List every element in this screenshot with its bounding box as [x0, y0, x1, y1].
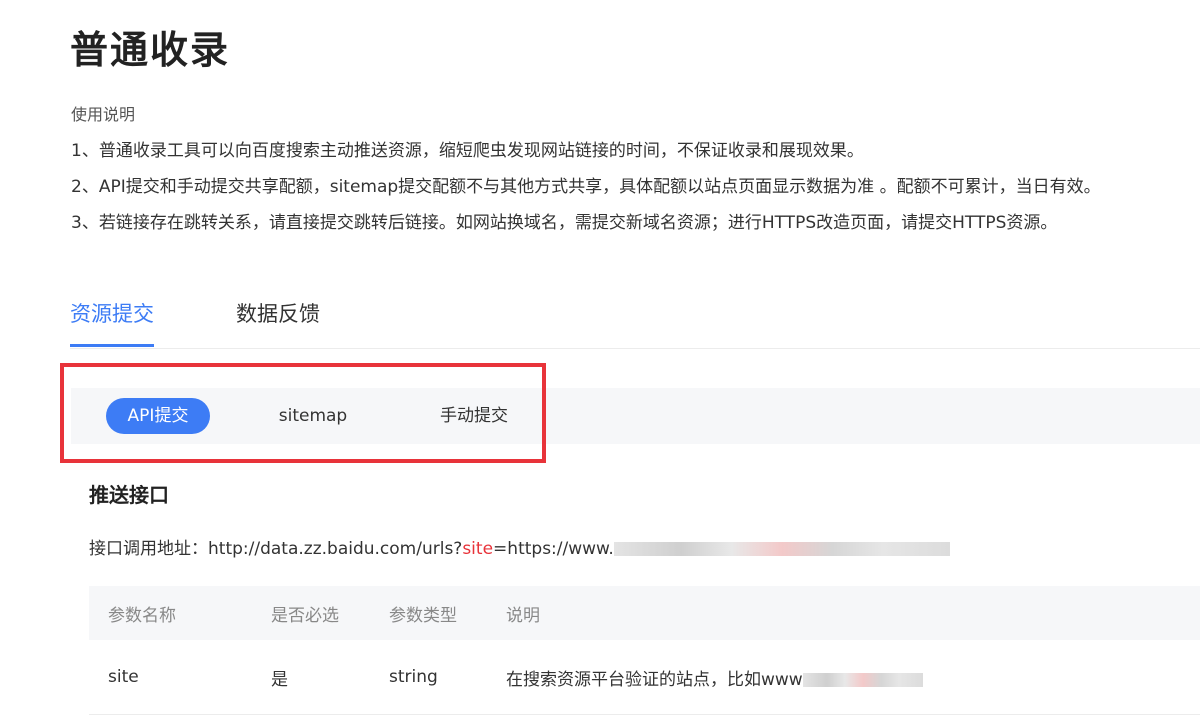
- submit-method-bar: API提交 sitemap 手动提交: [71, 388, 1200, 444]
- param-name-cell: site: [89, 640, 271, 715]
- param-desc-text: 在搜索资源平台验证的站点，比如www: [506, 669, 803, 690]
- api-url-prefix: http://data.zz.baidu.com/urls?: [208, 539, 463, 559]
- table-row: site 是 string 在搜索资源平台验证的站点，比如www: [89, 640, 1200, 715]
- redacted-domain: [613, 542, 950, 556]
- instructions: 使用说明 1、普通收录工具可以向百度搜索主动推送资源，缩短爬虫发现网站链接的时间…: [71, 102, 1196, 246]
- table-header: 说明: [506, 586, 1200, 640]
- redacted-domain: [802, 672, 923, 687]
- instruction-item: 1、普通收录工具可以向百度搜索主动推送资源，缩短爬虫发现网站链接的时间，不保证收…: [71, 141, 864, 161]
- api-url-line: 接口调用地址：http://data.zz.baidu.com/urls?sit…: [89, 536, 950, 562]
- push-api-title: 推送接口: [89, 483, 169, 507]
- page-title: 普通收录: [70, 28, 231, 72]
- table-header-row: 参数名称 是否必选 参数类型 说明: [89, 586, 1200, 640]
- api-url-suffix: =https://www.: [493, 539, 614, 559]
- subtab-api-submit[interactable]: API提交: [106, 398, 210, 434]
- param-type-cell: string: [389, 640, 506, 715]
- tab-data-feedback[interactable]: 数据反馈: [236, 292, 320, 344]
- api-url-param: site: [462, 539, 494, 559]
- page: 普通收录 使用说明 1、普通收录工具可以向百度搜索主动推送资源，缩短爬虫发现网站…: [0, 0, 1200, 722]
- table-header: 参数类型: [389, 586, 506, 640]
- instruction-item: 3、若链接存在跳转关系，请直接提交跳转后链接。如网站换域名，需提交新域名资源；进…: [71, 213, 1058, 233]
- subtab-manual-submit[interactable]: 手动提交: [429, 398, 519, 434]
- main-tabs: 资源提交 数据反馈: [70, 292, 1200, 349]
- parameter-table: 参数名称 是否必选 参数类型 说明 site 是 string 在搜索资源平台验…: [89, 586, 1200, 715]
- table-header: 参数名称: [89, 586, 271, 640]
- instructions-heading: 使用说明: [71, 105, 136, 124]
- tab-resource-submit[interactable]: 资源提交: [70, 292, 154, 347]
- param-required-cell: 是: [271, 640, 389, 715]
- table-header: 是否必选: [271, 586, 389, 640]
- subtab-sitemap[interactable]: sitemap: [269, 398, 357, 434]
- param-desc-cell: 在搜索资源平台验证的站点，比如www: [506, 640, 1200, 715]
- api-url-label: 接口调用地址：: [89, 539, 208, 559]
- instructions-list: 1、普通收录工具可以向百度搜索主动推送资源，缩短爬虫发现网站链接的时间，不保证收…: [71, 138, 1196, 246]
- instruction-item: 2、API提交和手动提交共享配额，sitemap提交配额不与其他方式共享，具体配…: [71, 177, 1101, 197]
